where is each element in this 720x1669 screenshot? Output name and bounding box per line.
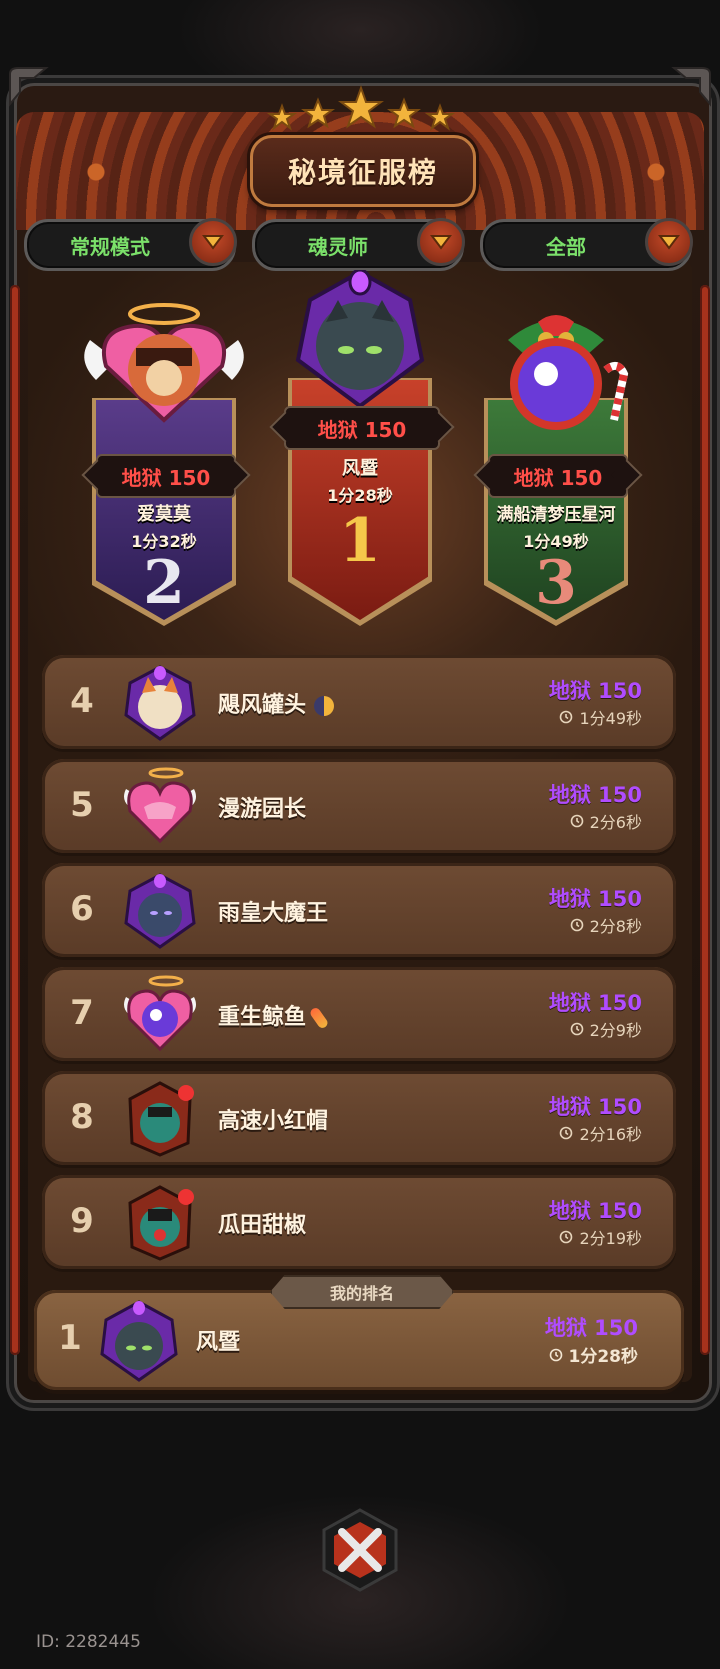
right-rail <box>700 285 710 1355</box>
rating-stars-icon <box>266 85 456 131</box>
podium-first-rank: 1 <box>339 506 381 576</box>
podium-third-name: 满船清梦压星河 <box>496 505 616 525</box>
list-item[interactable]: 8 高速小红帽 地狱 150 2分16秒 <box>42 1071 676 1165</box>
cat-avatar-icon <box>295 270 425 409</box>
cat-avatar-icon <box>100 1300 178 1382</box>
my-rank-time: 1分28秒 <box>549 1342 638 1367</box>
list-item[interactable]: 4 飓风罐头 地狱 150 1分49秒 <box>42 655 676 749</box>
orb-avatar-icon <box>508 315 629 430</box>
title-plate: 秘境征服榜 <box>250 135 476 207</box>
heart-orb-avatar-icon <box>124 975 196 1052</box>
chevron-down-icon <box>189 218 237 266</box>
page-title: 秘境征服榜 <box>287 156 438 189</box>
row-name: 高速小红帽 <box>218 1109 329 1134</box>
mode-filter-dropdown[interactable]: 常规模式 <box>24 218 237 271</box>
podium-second-name: 爱莫莫 <box>137 504 191 525</box>
row-score: 地狱 150 <box>548 783 642 807</box>
clock-icon <box>560 1126 573 1140</box>
row-name: 雨皇大魔王 <box>218 901 329 926</box>
row-time: 2分19秒 <box>559 1225 642 1249</box>
corner-ornament-icon <box>9 67 49 107</box>
podium-first-time: 1分28秒 <box>327 486 393 505</box>
my-rank-score: 地狱 150 <box>544 1316 638 1340</box>
row-name: 飓风罐头 <box>218 687 334 719</box>
clock-icon <box>570 918 583 932</box>
clock-icon <box>570 1022 583 1036</box>
close-button[interactable] <box>320 1508 400 1592</box>
corner-ornament-icon <box>671 67 711 107</box>
list-item[interactable]: 9 瓜田甜椒 地狱 150 2分19秒 <box>42 1175 676 1269</box>
podium-first-name: 风暨 <box>342 458 378 479</box>
row-score: 地狱 150 <box>548 1199 642 1223</box>
podium-second-score: 地狱 150 <box>96 454 236 498</box>
list-item[interactable]: 6 雨皇大魔王 地狱 150 2分8秒 <box>42 863 676 957</box>
podium-first[interactable]: 地狱 150 风暨 1分28秒 1 <box>284 270 440 626</box>
row-name: 瓜田甜椒 <box>218 1213 307 1238</box>
list-item[interactable]: 5 漫游园长 地狱 150 2分6秒 <box>42 759 676 853</box>
podium-first-score: 地狱 150 <box>284 406 440 450</box>
circus-avatar-icon <box>128 1185 194 1261</box>
heart-avatar-icon <box>124 767 196 844</box>
my-rank-tag: 我的排名 <box>270 1275 454 1309</box>
podium-third[interactable]: 地狱 150 满船清梦压星河 1分49秒 3 <box>484 300 629 626</box>
clock-icon <box>560 1230 573 1244</box>
row-name: 漫游园长 <box>218 797 307 822</box>
clock-icon <box>570 814 583 828</box>
my-rank-name: 风暨 <box>196 1330 241 1355</box>
moon-emblem-icon <box>313 696 334 716</box>
chevron-down-icon <box>417 218 465 266</box>
player-id: ID: 2282445 <box>36 1632 141 1652</box>
left-rail <box>10 285 20 1355</box>
row-time: 2分6秒 <box>570 809 642 833</box>
chevron-down-icon <box>645 218 693 266</box>
podium-third-rank: 3 <box>535 548 577 618</box>
podium-third-score: 地狱 150 <box>488 454 628 498</box>
row-score: 地狱 150 <box>548 679 642 703</box>
feather-emblem-icon <box>308 1006 330 1030</box>
fox-avatar-icon <box>124 665 196 741</box>
heart-avatar-icon <box>84 303 244 423</box>
row-rank: 9 <box>70 1201 94 1241</box>
circus-avatar-icon <box>128 1081 194 1157</box>
row-time: 2分9秒 <box>570 1017 642 1041</box>
my-rank-number: 1 <box>58 1318 82 1358</box>
row-rank: 6 <box>70 889 94 929</box>
row-name: 重生鲸鱼 <box>218 999 330 1031</box>
row-score: 地狱 150 <box>548 991 642 1015</box>
podium-second[interactable]: 地狱 150 爱莫莫 1分32秒 2 <box>84 300 244 626</box>
row-rank: 5 <box>70 785 94 825</box>
row-time: 2分8秒 <box>570 913 642 937</box>
row-rank: 7 <box>70 993 94 1033</box>
row-rank: 8 <box>70 1097 94 1137</box>
row-score: 地狱 150 <box>548 887 642 911</box>
dark-beast-avatar-icon <box>124 873 196 949</box>
scope-filter-dropdown[interactable]: 全部 <box>480 218 693 271</box>
row-rank: 4 <box>70 681 94 721</box>
row-score: 地狱 150 <box>548 1095 642 1119</box>
list-item[interactable]: 7 重生鲸鱼 地狱 150 2分9秒 <box>42 967 676 1061</box>
clock-icon <box>549 1348 562 1361</box>
class-filter-dropdown[interactable]: 魂灵师 <box>252 218 465 271</box>
podium-second-rank: 2 <box>143 548 185 618</box>
row-time: 2分16秒 <box>559 1121 642 1145</box>
row-time: 1分49秒 <box>559 705 642 729</box>
clock-icon <box>560 710 573 724</box>
